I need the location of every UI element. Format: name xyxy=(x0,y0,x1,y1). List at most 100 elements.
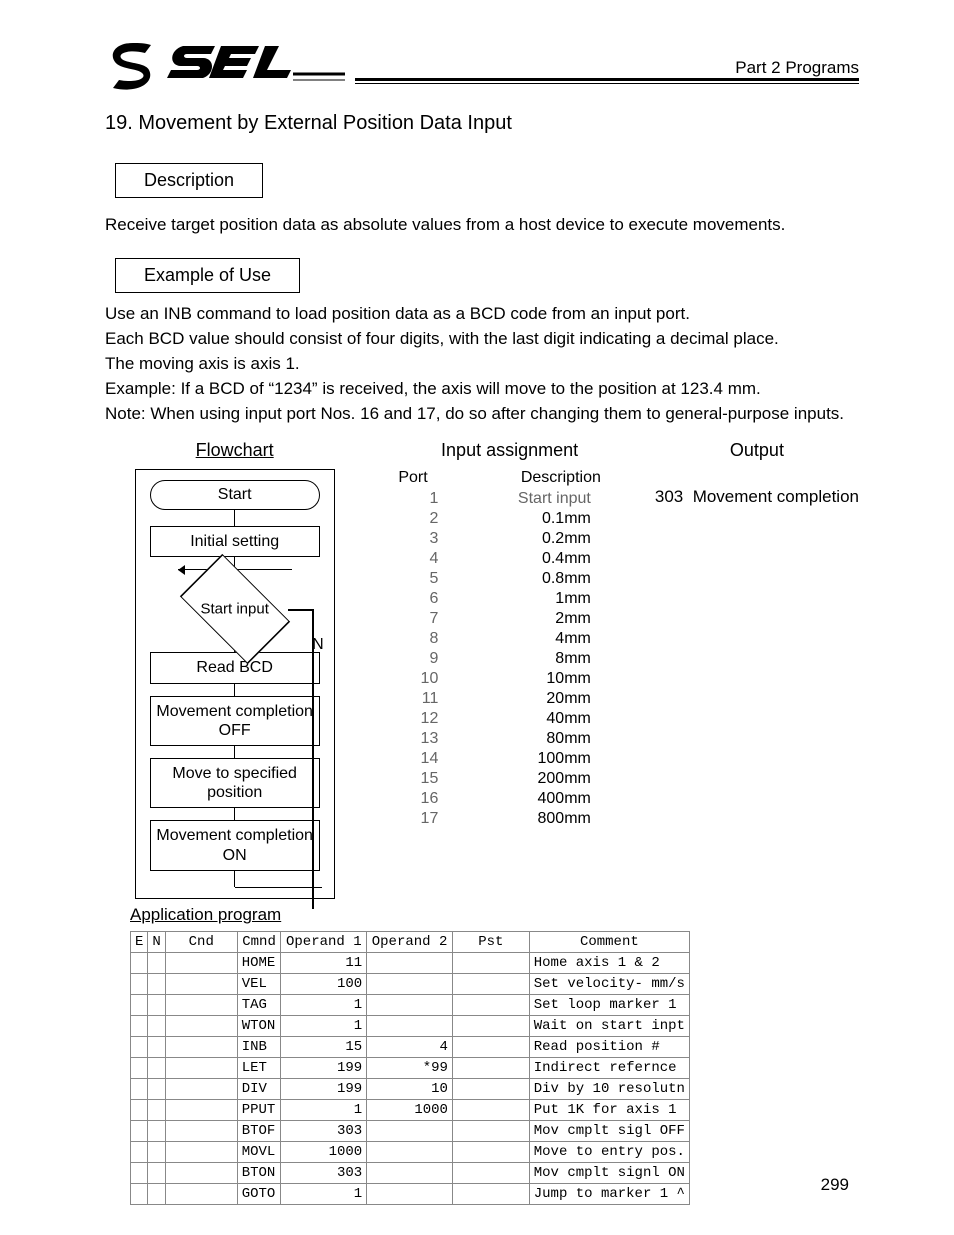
section-name: Movement by External Position Data Input xyxy=(138,112,512,134)
io-desc: 4mm xyxy=(438,630,621,648)
io-row: 1Start input xyxy=(394,489,625,509)
cell-comment: Home axis 1 & 2 xyxy=(529,953,689,974)
cell-cmnd: VEL xyxy=(237,974,281,995)
cell-cmnd: GOTO xyxy=(237,1184,281,1205)
output-port: 303 xyxy=(655,487,683,506)
io-desc: 0.8mm xyxy=(438,570,621,588)
io-desc: 10mm xyxy=(438,670,621,688)
io-desc: Start input xyxy=(438,490,621,508)
cell-pst xyxy=(452,953,529,974)
table-row: LET199*99Indirect refernce xyxy=(131,1058,690,1079)
cell-e xyxy=(131,1079,148,1100)
cell-op1: 1 xyxy=(281,1100,367,1121)
cell-comment: Move to entry pos. xyxy=(529,1142,689,1163)
io-row: 14100mm xyxy=(394,749,625,769)
cell-op2: 10 xyxy=(367,1079,453,1100)
cell-cmnd: HOME xyxy=(237,953,281,974)
io-port: 1 xyxy=(398,490,438,508)
table-header-row: E N Cnd Cmnd Operand 1 Operand 2 Pst Com… xyxy=(131,932,690,953)
logo xyxy=(105,40,345,92)
io-row: 30.2mm xyxy=(394,529,625,549)
cell-pst xyxy=(452,1037,529,1058)
cell-op1: 11 xyxy=(281,953,367,974)
cell-cnd xyxy=(165,974,237,995)
cell-op2 xyxy=(367,1016,453,1037)
example-line: Use an INB command to load position data… xyxy=(105,303,859,326)
io-port: 14 xyxy=(398,750,438,768)
col-pst: Pst xyxy=(452,932,529,953)
section-number: 19. xyxy=(105,112,133,134)
table-row: VEL100 Set velocity- mm/s xyxy=(131,974,690,995)
example-line: Each BCD value should consist of four di… xyxy=(105,328,859,351)
cell-comment: Indirect refernce xyxy=(529,1058,689,1079)
cell-comment: Mov cmplt sigl OFF xyxy=(529,1121,689,1142)
cell-pst xyxy=(452,1100,529,1121)
cell-cmnd: BTON xyxy=(237,1163,281,1184)
cell-comment: Set velocity- mm/s xyxy=(529,974,689,995)
col-cmnd: Cmnd xyxy=(237,932,281,953)
description-text: Receive target position data as absolute… xyxy=(105,214,859,236)
cell-cmnd: PPUT xyxy=(237,1100,281,1121)
cell-n xyxy=(148,1121,165,1142)
cell-n xyxy=(148,953,165,974)
cell-op1: 199 xyxy=(281,1079,367,1100)
io-port: 12 xyxy=(398,710,438,728)
example-line: Note: When using input port Nos. 16 and … xyxy=(105,403,859,426)
io-row: 17800mm xyxy=(394,809,625,829)
cell-n xyxy=(148,995,165,1016)
io-row: 1120mm xyxy=(394,689,625,709)
cell-cnd xyxy=(165,1037,237,1058)
cell-cmnd: TAG xyxy=(237,995,281,1016)
table-row: BTON303Mov cmplt signl ON xyxy=(131,1163,690,1184)
io-port: 3 xyxy=(398,530,438,548)
cell-pst xyxy=(452,1079,529,1100)
cell-n xyxy=(148,974,165,995)
fc-step: Movement completion ON xyxy=(150,820,320,870)
cell-pst xyxy=(452,1142,529,1163)
cell-e xyxy=(131,974,148,995)
io-port: 17 xyxy=(398,810,438,828)
cell-comment: Put 1K for axis 1 xyxy=(529,1100,689,1121)
example-text: Use an INB command to load position data… xyxy=(105,303,859,426)
io-desc: 0.4mm xyxy=(438,550,621,568)
io-row: 1010mm xyxy=(394,669,625,689)
flowchart-column: Flowchart Start Initial setting Start in… xyxy=(105,440,364,900)
cell-pst xyxy=(452,1184,529,1205)
io-row: 61mm xyxy=(394,589,625,609)
io-desc: 20mm xyxy=(438,690,621,708)
io-desc: 400mm xyxy=(438,790,621,808)
io-port: 15 xyxy=(398,770,438,788)
cell-n xyxy=(148,1079,165,1100)
cell-op2 xyxy=(367,974,453,995)
cell-cmnd: BTOF xyxy=(237,1121,281,1142)
table-row: WTON1 Wait on start inpt xyxy=(131,1016,690,1037)
cell-cmnd: INB xyxy=(237,1037,281,1058)
cell-e xyxy=(131,1037,148,1058)
io-row: 1240mm xyxy=(394,709,625,729)
io-port: 5 xyxy=(398,570,438,588)
io-desc: 800mm xyxy=(438,810,621,828)
cell-comment: Set loop marker 1 xyxy=(529,995,689,1016)
input-assignment-table: Port Description 1Start input20.1mm30.2m… xyxy=(394,469,625,829)
col-n: N xyxy=(148,932,165,953)
cell-n xyxy=(148,1142,165,1163)
cell-cmnd: WTON xyxy=(237,1016,281,1037)
io-desc: 80mm xyxy=(438,730,621,748)
col-comment: Comment xyxy=(529,932,689,953)
program-heading: Application program xyxy=(130,905,859,925)
cell-op1: 100 xyxy=(281,974,367,995)
io-desc: 100mm xyxy=(438,750,621,768)
io-row: 15200mm xyxy=(394,769,625,789)
program-table: E N Cnd Cmnd Operand 1 Operand 2 Pst Com… xyxy=(130,931,690,1205)
cell-op1: 1 xyxy=(281,1016,367,1037)
cell-comment: Wait on start inpt xyxy=(529,1016,689,1037)
io-row: 1380mm xyxy=(394,729,625,749)
flowchart-box: Start Initial setting Start input N Read… xyxy=(135,469,335,900)
cell-e xyxy=(131,1058,148,1079)
input-assignment-heading: Input assignment xyxy=(394,440,625,461)
cell-cnd xyxy=(165,1142,237,1163)
cell-n xyxy=(148,1100,165,1121)
cell-op2: 1000 xyxy=(367,1100,453,1121)
fc-step: Initial setting xyxy=(150,526,320,557)
cell-op2 xyxy=(367,1163,453,1184)
